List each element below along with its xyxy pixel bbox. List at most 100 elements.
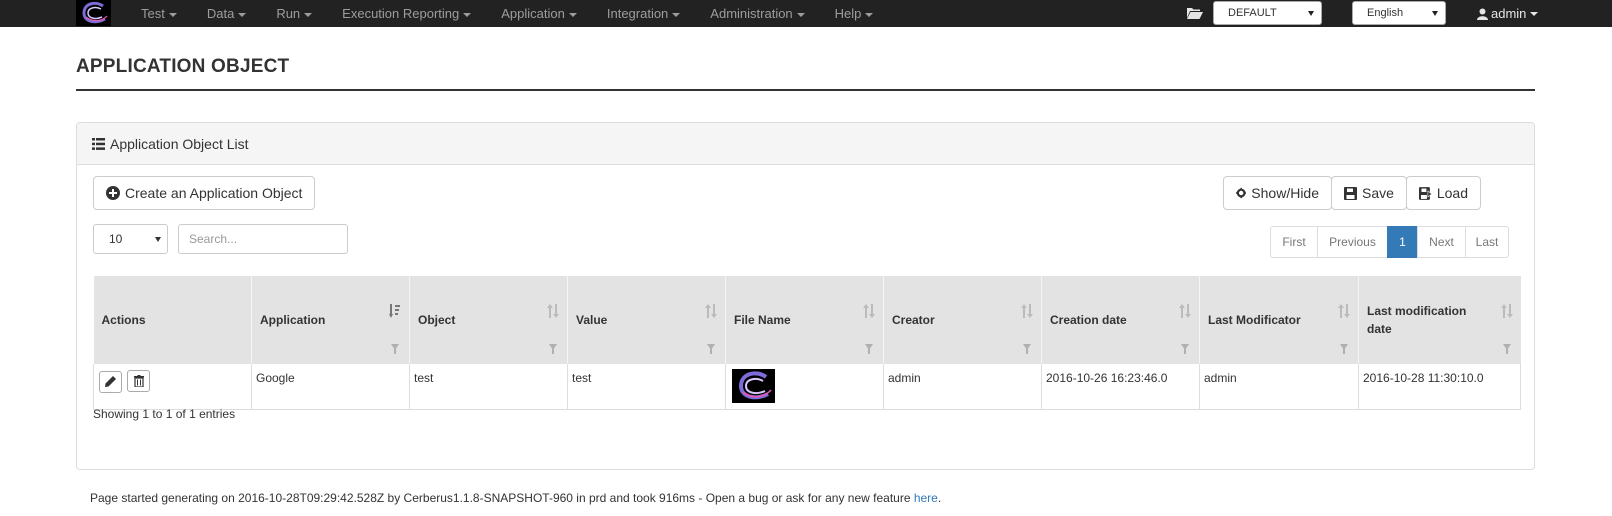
menu-execution-reporting-label: Execution Reporting — [342, 6, 460, 21]
sort-icon[interactable] — [547, 304, 559, 318]
page-first-button[interactable]: First — [1270, 226, 1318, 258]
column-label: Last Modificator — [1208, 313, 1301, 327]
column-header-value[interactable]: Value — [567, 276, 726, 364]
sort-icon[interactable] — [863, 304, 875, 318]
sort-icon[interactable] — [1179, 304, 1191, 318]
user-name: admin — [1491, 5, 1527, 21]
menu-application[interactable]: Application — [486, 0, 592, 27]
footer-here-link[interactable]: here — [914, 491, 938, 505]
menu-help[interactable]: Help — [820, 0, 889, 27]
sort-icon[interactable] — [1021, 304, 1033, 318]
caret-down-icon — [672, 12, 681, 17]
top-navbar: Test Data Run Execution Reporting Applic… — [0, 0, 1612, 27]
edit-button[interactable] — [99, 370, 122, 393]
menu-run[interactable]: Run — [261, 0, 327, 27]
menu-administration[interactable]: Administration — [695, 0, 819, 27]
column-label: Creation date — [1050, 313, 1127, 327]
menu-integration[interactable]: Integration — [592, 0, 695, 27]
menu-run-label: Run — [276, 6, 301, 21]
column-header-application[interactable]: Application — [251, 276, 410, 364]
language-select-value: English — [1367, 7, 1404, 19]
sort-ascending-icon[interactable] — [389, 304, 401, 318]
column-label: Last modification date — [1367, 304, 1467, 336]
dropdown-arrow-icon — [1308, 11, 1314, 16]
menu-test[interactable]: Test — [126, 0, 192, 27]
dropdown-arrow-icon — [155, 237, 161, 242]
caret-down-icon — [168, 12, 177, 17]
load-button[interactable]: Load — [1406, 176, 1481, 210]
column-label: Actions — [101, 313, 146, 327]
menu-administration-label: Administration — [710, 6, 793, 21]
save-button[interactable]: Save — [1331, 176, 1407, 210]
filter-icon[interactable] — [549, 344, 557, 354]
application-object-panel: Application Object List Create an Applic… — [76, 122, 1535, 470]
cerberus-logo-thumbnail[interactable] — [732, 369, 775, 403]
page-title: APPLICATION OBJECT — [76, 56, 290, 77]
actions-cell — [93, 364, 252, 410]
column-header-file-name[interactable]: File Name — [725, 276, 884, 364]
create-button-label: Create an Application Object — [125, 185, 303, 201]
page-length-select[interactable]: 10 — [93, 224, 168, 254]
object-cell: test — [409, 364, 568, 410]
cerberus-logo[interactable] — [76, 0, 111, 26]
language-select[interactable]: English — [1352, 1, 1446, 25]
system-select-value: DEFAULT — [1228, 7, 1277, 19]
page-next-button[interactable]: Next — [1417, 226, 1466, 258]
page-footer: Page started generating on 2016-10-28T09… — [90, 491, 941, 505]
filter-icon[interactable] — [1023, 344, 1031, 354]
floppy-disk-icon — [1344, 186, 1357, 200]
table-header-row: Actions Application Object Value File Na… — [93, 276, 1521, 364]
load-button-label: Load — [1436, 185, 1468, 201]
page-last-button[interactable]: Last — [1465, 226, 1509, 258]
menu-execution-reporting[interactable]: Execution Reporting — [327, 0, 486, 27]
page-length-value: 10 — [109, 232, 123, 246]
floppy-load-icon — [1419, 186, 1432, 200]
column-header-creator[interactable]: Creator — [883, 276, 1042, 364]
footer-text: Page started generating on 2016-10-28T09… — [90, 491, 914, 505]
column-header-last-modificator[interactable]: Last Modificator — [1199, 276, 1359, 364]
delete-button[interactable] — [127, 370, 150, 392]
trash-icon — [133, 375, 144, 387]
system-select[interactable]: DEFAULT — [1213, 1, 1322, 25]
column-label: Value — [576, 313, 608, 327]
search-input[interactable] — [178, 224, 348, 254]
value-cell: test — [567, 364, 726, 410]
menu-test-label: Test — [141, 6, 165, 21]
filter-icon[interactable] — [865, 344, 873, 354]
page-previous-button[interactable]: Previous — [1317, 226, 1388, 258]
menu-data-label: Data — [206, 6, 235, 21]
caret-down-icon — [865, 12, 874, 17]
caret-down-icon — [304, 12, 313, 17]
menu-application-label: Application — [501, 6, 565, 21]
filter-icon[interactable] — [1181, 344, 1189, 354]
caret-down-icon — [796, 12, 805, 17]
file-name-cell — [725, 364, 884, 410]
filter-icon[interactable] — [391, 344, 399, 354]
application-object-table: Actions Application Object Value File Na… — [93, 276, 1521, 410]
user-menu[interactable]: admin — [1477, 0, 1539, 27]
pagination: First Previous 1 Next Last — [1270, 226, 1509, 258]
pencil-icon — [105, 376, 116, 387]
sort-icon[interactable] — [1500, 304, 1513, 318]
filter-icon[interactable] — [1340, 344, 1348, 354]
column-label: Object — [418, 313, 456, 327]
column-header-last-modification-date[interactable]: Last modification date — [1358, 276, 1521, 364]
column-label: Creator — [892, 313, 935, 327]
create-application-object-button[interactable]: Create an Application Object — [93, 176, 316, 210]
caret-down-icon — [238, 12, 247, 17]
caret-down-icon — [568, 12, 577, 17]
show-hide-button[interactable]: Show/Hide — [1223, 176, 1332, 210]
column-header-creation-date[interactable]: Creation date — [1041, 276, 1200, 364]
filter-icon[interactable] — [707, 344, 715, 354]
application-cell: Google — [251, 364, 410, 410]
sort-icon[interactable] — [1338, 304, 1350, 318]
sort-icon[interactable] — [705, 304, 717, 318]
column-header-object[interactable]: Object — [409, 276, 568, 364]
menu-data[interactable]: Data — [192, 0, 261, 27]
caret-down-icon — [463, 12, 472, 17]
folder-open-icon[interactable] — [1187, 7, 1203, 19]
filter-icon[interactable] — [1502, 344, 1511, 354]
page-1-button[interactable]: 1 — [1387, 226, 1418, 258]
list-icon — [92, 137, 105, 150]
menu-integration-label: Integration — [606, 6, 669, 21]
